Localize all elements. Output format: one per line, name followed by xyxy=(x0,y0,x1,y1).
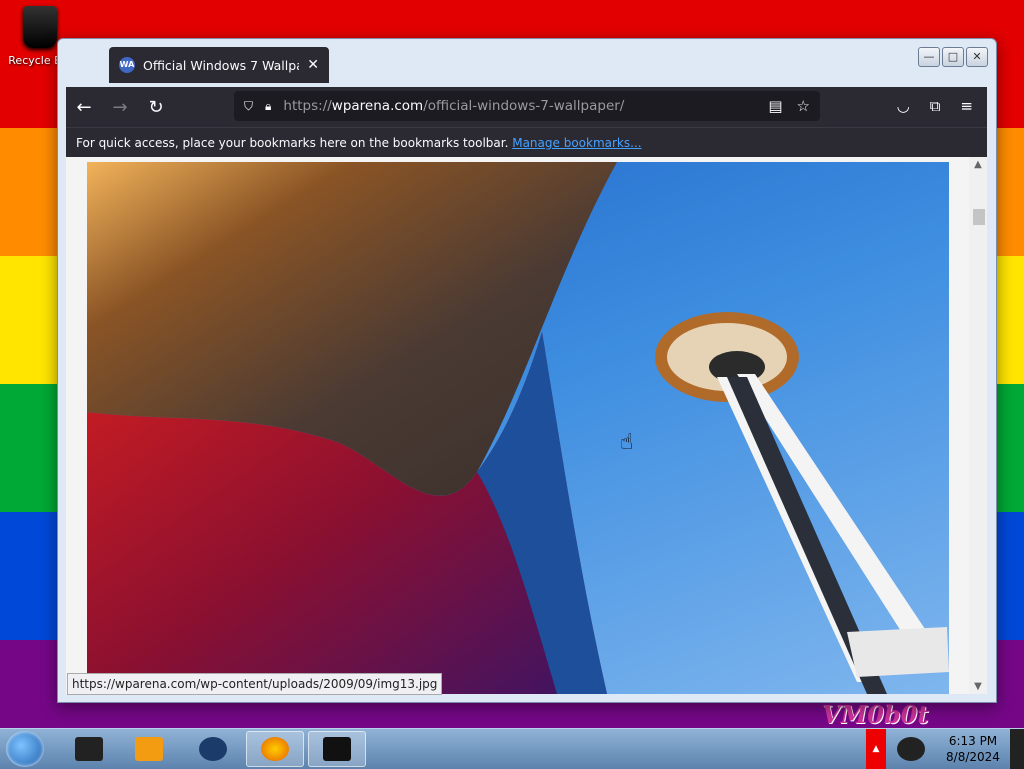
bookmarks-message: For quick access, place your bookmarks h… xyxy=(76,136,513,150)
manage-bookmarks-link[interactable]: Manage bookmarks... xyxy=(512,136,641,150)
taskbar-app-explorer[interactable] xyxy=(60,731,118,767)
scroll-down-icon[interactable]: ▼ xyxy=(969,681,987,692)
pocket-icon[interactable]: ◡ xyxy=(897,97,910,115)
close-window-button[interactable]: ✕ xyxy=(966,47,988,67)
wallpaper-image[interactable] xyxy=(87,162,949,694)
link-status-bar: https://wparena.com/wp-content/uploads/2… xyxy=(67,673,443,695)
monitor-icon xyxy=(323,737,351,761)
taskbar: ▲ 6:13 PM 8/8/2024 xyxy=(0,728,1024,769)
url-text[interactable]: https://wparena.com/official-windows-7-w… xyxy=(283,98,624,114)
address-bar[interactable]: ⛉ 🔒︎ https://wparena.com/official-window… xyxy=(234,91,820,121)
desktop-watermark: VM0b0t xyxy=(822,700,929,729)
clock-time: 6:13 PM xyxy=(948,734,998,748)
shield-icon[interactable]: ⛉ xyxy=(244,99,253,114)
bookmarks-toolbar: For quick access, place your bookmarks h… xyxy=(66,127,987,157)
site-favicon-icon: WA xyxy=(119,57,135,73)
menu-icon[interactable]: ≡ xyxy=(960,97,973,115)
system-clock[interactable]: 6:13 PM 8/8/2024 xyxy=(938,733,1008,765)
show-desktop-button[interactable] xyxy=(1010,729,1024,769)
scroll-thumb[interactable] xyxy=(973,209,985,225)
bookmark-star-icon[interactable]: ☆ xyxy=(797,97,810,115)
browser-tab[interactable]: WA Official Windows 7 Wallpapers ✕ xyxy=(109,47,329,83)
lock-icon[interactable]: 🔒︎ xyxy=(265,99,271,114)
url-scheme: https:// xyxy=(283,98,332,114)
url-host: wparena.com xyxy=(331,98,424,114)
start-button[interactable] xyxy=(6,731,44,767)
show-hidden-icons-button[interactable]: ▲ xyxy=(866,729,886,769)
tab-title: Official Windows 7 Wallpapers xyxy=(143,57,299,73)
scroll-up-icon[interactable]: ▲ xyxy=(969,159,987,170)
taskbar-app-monitor[interactable] xyxy=(308,731,366,767)
firefox-icon xyxy=(261,737,289,761)
folder-icon xyxy=(75,737,103,761)
camera-icon xyxy=(897,737,925,761)
taskbar-app-media-player[interactable] xyxy=(120,731,178,767)
navigation-toolbar: ← → ↻ ⛉ 🔒︎ https://wparena.com/official-… xyxy=(66,87,987,127)
page-content: ▲ ▼ xyxy=(66,157,987,694)
forward-icon[interactable]: → xyxy=(102,97,138,118)
url-path: /official-windows-7-wallpaper/ xyxy=(423,98,625,114)
back-icon[interactable]: ← xyxy=(66,97,102,118)
clock-date: 8/8/2024 xyxy=(946,750,1000,764)
reader-view-icon[interactable]: ▤ xyxy=(768,97,782,115)
tray-network[interactable] xyxy=(888,731,934,767)
hand-cursor-icon: ☝︎ xyxy=(620,430,634,455)
media-player-icon xyxy=(135,737,163,761)
extensions-icon[interactable]: ⧉ xyxy=(930,97,941,115)
vertical-scrollbar[interactable]: ▲ ▼ xyxy=(969,157,987,694)
reload-icon[interactable]: ↻ xyxy=(138,97,174,118)
taskbar-app-globe[interactable] xyxy=(184,731,242,767)
recycle-bin-icon xyxy=(23,6,57,48)
maximize-button[interactable]: □ xyxy=(942,47,964,67)
globe-icon xyxy=(199,737,227,761)
minimize-button[interactable]: — xyxy=(918,47,940,67)
tab-close-icon[interactable]: ✕ xyxy=(307,57,319,73)
space-needle-photo xyxy=(87,162,949,694)
browser-window[interactable]: — □ ✕ WA Official Windows 7 Wallpapers ✕… xyxy=(57,38,997,703)
taskbar-app-firefox[interactable] xyxy=(246,731,304,767)
